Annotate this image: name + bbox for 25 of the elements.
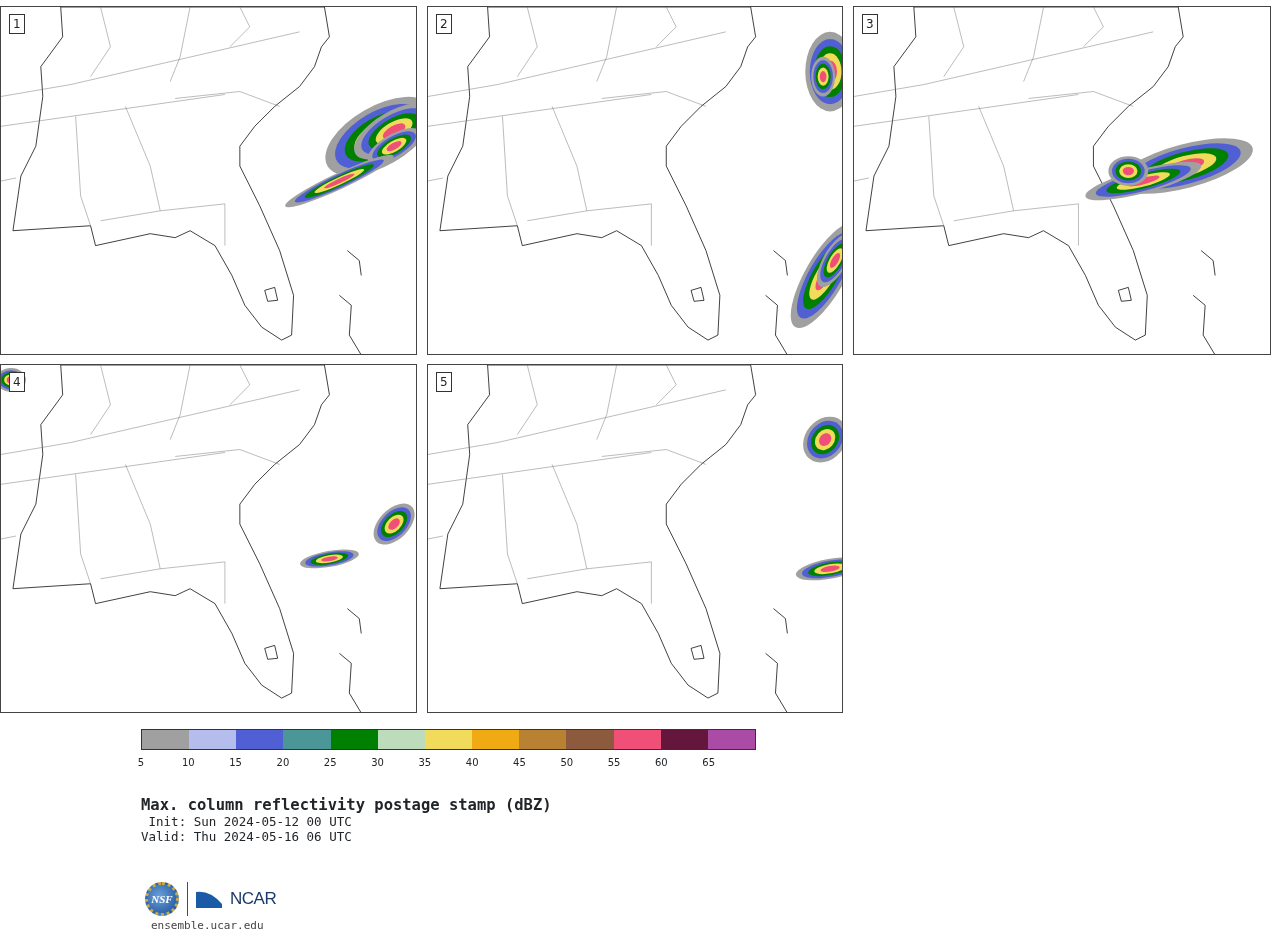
panel-number-label: 2 — [436, 14, 452, 34]
tick-label: 50 — [560, 756, 574, 770]
panel-number-label: 4 — [9, 372, 25, 392]
globe-logo: NSF — [145, 882, 179, 916]
tick-label: 25 — [323, 756, 337, 770]
tick-label: 10 — [181, 756, 195, 770]
tick-label: 60 — [655, 756, 668, 770]
tick-label: 20 — [276, 756, 290, 770]
panel-number-label: 3 — [862, 14, 878, 34]
panel-number-label: 5 — [436, 372, 452, 392]
tick-label: 15 — [229, 756, 242, 770]
tick-label: 5 — [137, 756, 145, 770]
chart-title: Max. column reflectivity postage stamp (dBZ) — [141, 796, 553, 814]
logo-text: NCAR — [230, 888, 277, 911]
website-url: ensemble.ucar.edu — [151, 918, 265, 934]
valid-time-text: Valid: Thu 2024-05-16 06 UTC — [141, 829, 353, 844]
tick-label: 35 — [418, 756, 432, 770]
tick-label: 55 — [607, 756, 621, 770]
panel-number-label: 1 — [9, 14, 25, 34]
tick-label: 30 — [371, 756, 384, 770]
tick-label: 65 — [702, 756, 716, 770]
init-time-text: Init: Sun 2024-05-12 00 UTC — [147, 814, 353, 829]
swoosh-icon — [196, 890, 222, 908]
tick-label: 40 — [465, 756, 479, 770]
tick-label: 45 — [513, 756, 526, 770]
